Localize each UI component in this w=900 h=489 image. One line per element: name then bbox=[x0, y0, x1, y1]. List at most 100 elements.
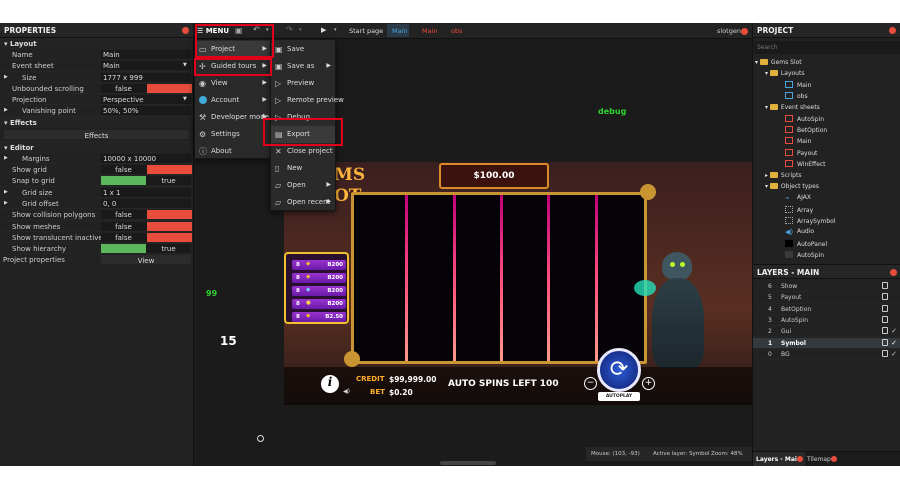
close-icon[interactable] bbox=[741, 28, 748, 35]
chevron-right-icon[interactable]: ▶ bbox=[4, 189, 8, 195]
menu-item-account[interactable]: Account ▶ bbox=[195, 92, 271, 109]
tab-tilemap[interactable]: Tilemap bbox=[807, 456, 831, 463]
spin-button[interactable]: ⟳ bbox=[597, 348, 641, 392]
tree-folder-event-sheets[interactable]: ▾ Event sheets bbox=[765, 104, 820, 111]
menu-item-settings[interactable]: ⚙ Settings bbox=[195, 126, 271, 143]
game-scene[interactable]: MS OT $100.00 8 ◆ B200 8 ◆ B200 8 ◆ B200 8 ● B20… bbox=[284, 162, 752, 405]
tree-item[interactable]: ⌁ AJAX bbox=[785, 194, 811, 202]
tree-item[interactable]: BetOption bbox=[785, 126, 827, 134]
lock-icon[interactable] bbox=[882, 304, 888, 312]
horizontal-scrollbar[interactable] bbox=[440, 461, 496, 465]
tab-main-events[interactable]: Main bbox=[422, 27, 438, 35]
speaker-icon[interactable]: ◀) bbox=[343, 388, 350, 395]
info-button[interactable]: i bbox=[321, 375, 339, 393]
lock-icon[interactable] bbox=[882, 338, 888, 346]
tab-main-layout[interactable]: Main bbox=[392, 27, 408, 35]
show-grid-toggle[interactable]: false bbox=[101, 165, 192, 175]
chevron-down-icon[interactable]: ▾ bbox=[334, 27, 337, 33]
margins-field[interactable]: 10000 x 10000 bbox=[101, 153, 191, 163]
decrease-bet-button[interactable]: − bbox=[584, 377, 597, 390]
show-meshes-toggle[interactable]: false bbox=[101, 221, 192, 231]
menu-item-view[interactable]: ◉ View ▶ bbox=[195, 75, 271, 92]
tree-item[interactable]: Array bbox=[785, 206, 813, 214]
layer-row[interactable]: 6 Show bbox=[753, 281, 900, 293]
menu-item-about[interactable]: ⓘ About bbox=[195, 143, 271, 160]
username[interactable]: slotgen bbox=[717, 27, 741, 35]
name-field[interactable]: Main bbox=[101, 50, 191, 59]
chevron-right-icon[interactable]: ▶ bbox=[4, 74, 8, 80]
menu-item-save[interactable]: ▣ Save bbox=[271, 41, 335, 58]
layer-row[interactable]: 2 Gui ✓ bbox=[753, 326, 900, 338]
layer-row[interactable]: 0 BG ✓ bbox=[753, 349, 900, 361]
tree-root[interactable]: ▾ Gems Slot bbox=[755, 59, 802, 66]
chevron-right-icon[interactable]: ▶ bbox=[4, 200, 8, 206]
play-icon[interactable]: ▶ bbox=[321, 26, 326, 34]
menu-item-open[interactable]: ▱ Open ▶ bbox=[271, 177, 335, 194]
layer-name: Gui bbox=[781, 328, 792, 336]
effects-button[interactable]: Effects bbox=[4, 129, 189, 140]
visible-check-icon[interactable]: ✓ bbox=[891, 327, 897, 335]
tree-folder-scripts[interactable]: ▸ Scripts bbox=[765, 172, 801, 179]
translucent-layers-toggle[interactable]: false bbox=[101, 232, 192, 242]
layer-row-selected[interactable]: 1 Symbol ✓ bbox=[753, 337, 900, 349]
tree-item[interactable]: AutoSpin bbox=[785, 115, 824, 123]
unbounded-scrolling-toggle[interactable]: false bbox=[101, 83, 192, 93]
show-hierarchy-toggle[interactable]: true bbox=[101, 244, 191, 254]
chevron-right-icon[interactable]: ▶ bbox=[4, 107, 8, 113]
autoplay-button[interactable]: AUTOPLAY bbox=[598, 392, 640, 401]
vanishing-point-field[interactable]: 50%, 50% bbox=[101, 106, 191, 116]
menu-item-new[interactable]: ▯ New bbox=[271, 160, 335, 177]
properties-title-text: PROPERTIES bbox=[4, 26, 57, 35]
tree-item[interactable]: obs bbox=[785, 92, 808, 100]
size-field[interactable]: 1777 x 999 bbox=[101, 72, 191, 82]
visible-check-icon[interactable]: ✓ bbox=[891, 339, 897, 347]
tree-item[interactable]: ◀) Audio bbox=[785, 228, 814, 236]
lock-icon[interactable] bbox=[882, 327, 888, 335]
project-search-input[interactable]: Search bbox=[754, 41, 900, 54]
close-icon[interactable] bbox=[182, 27, 189, 34]
chevron-right-icon[interactable]: ▶ bbox=[4, 155, 8, 161]
projection-select[interactable]: Perspective bbox=[101, 95, 191, 105]
tree-item[interactable]: Payout bbox=[785, 149, 817, 157]
tree-folder-object-types[interactable]: ▾ Object types bbox=[765, 183, 819, 190]
snap-to-grid-toggle[interactable]: true bbox=[101, 176, 191, 186]
grid-offset-field[interactable]: 0, 0 bbox=[101, 198, 191, 208]
layer-row[interactable]: 5 Payout bbox=[753, 292, 900, 304]
tree-item[interactable]: Main bbox=[785, 81, 811, 89]
event-sheet-select[interactable]: Main bbox=[101, 61, 191, 71]
increase-bet-button[interactable]: + bbox=[642, 377, 655, 390]
menu-item-open-recent[interactable]: ▱ Open recent ▶ bbox=[271, 194, 335, 211]
event-sheet-icon bbox=[785, 149, 793, 156]
tab-start-page[interactable]: Start page bbox=[349, 27, 383, 35]
grid-size-field[interactable]: 1 x 1 bbox=[101, 187, 191, 197]
lock-icon[interactable] bbox=[882, 315, 888, 323]
section-layout[interactable]: ▾ Layout bbox=[0, 38, 193, 49]
view-button[interactable]: View bbox=[101, 255, 191, 265]
section-editor[interactable]: ▾ Editor bbox=[0, 141, 193, 153]
section-effects[interactable]: ▾ Effects bbox=[0, 116, 193, 128]
close-icon[interactable] bbox=[831, 456, 837, 462]
visible-check-icon[interactable]: ✓ bbox=[891, 350, 897, 358]
tree-item[interactable]: AutoSpin bbox=[785, 251, 824, 259]
menu-item-preview[interactable]: ▷ Preview bbox=[271, 75, 335, 92]
tab-obs[interactable]: obs bbox=[451, 27, 463, 35]
tree-item[interactable]: Main bbox=[785, 137, 811, 145]
redo-icon[interactable]: ↷ bbox=[286, 25, 293, 34]
tree-item[interactable]: WinEffect bbox=[785, 160, 826, 168]
close-icon[interactable] bbox=[797, 456, 803, 462]
layer-row[interactable]: 3 AutoSpin bbox=[753, 315, 900, 327]
close-icon[interactable] bbox=[889, 27, 896, 34]
lock-icon[interactable] bbox=[882, 293, 888, 301]
chevron-down-icon[interactable]: ▾ bbox=[299, 27, 302, 33]
layer-row[interactable]: 4 BetOption bbox=[753, 304, 900, 315]
menu-item-developer-mode[interactable]: ⚒ Developer mode ▶ bbox=[195, 109, 271, 126]
tree-folder-layouts[interactable]: ▾ Layouts bbox=[765, 70, 804, 77]
menu-item-save-as[interactable]: ▣ Save as ▶ bbox=[271, 58, 335, 75]
lock-icon[interactable] bbox=[882, 349, 888, 357]
close-icon[interactable] bbox=[890, 269, 897, 276]
tree-item[interactable]: ArraySymbol bbox=[785, 217, 836, 225]
collision-polygons-toggle[interactable]: false bbox=[101, 210, 192, 220]
menu-item-remote-preview[interactable]: ▷ Remote preview bbox=[271, 92, 344, 109]
tree-item[interactable]: AutoPanel bbox=[785, 240, 827, 248]
lock-icon[interactable] bbox=[882, 282, 888, 289]
